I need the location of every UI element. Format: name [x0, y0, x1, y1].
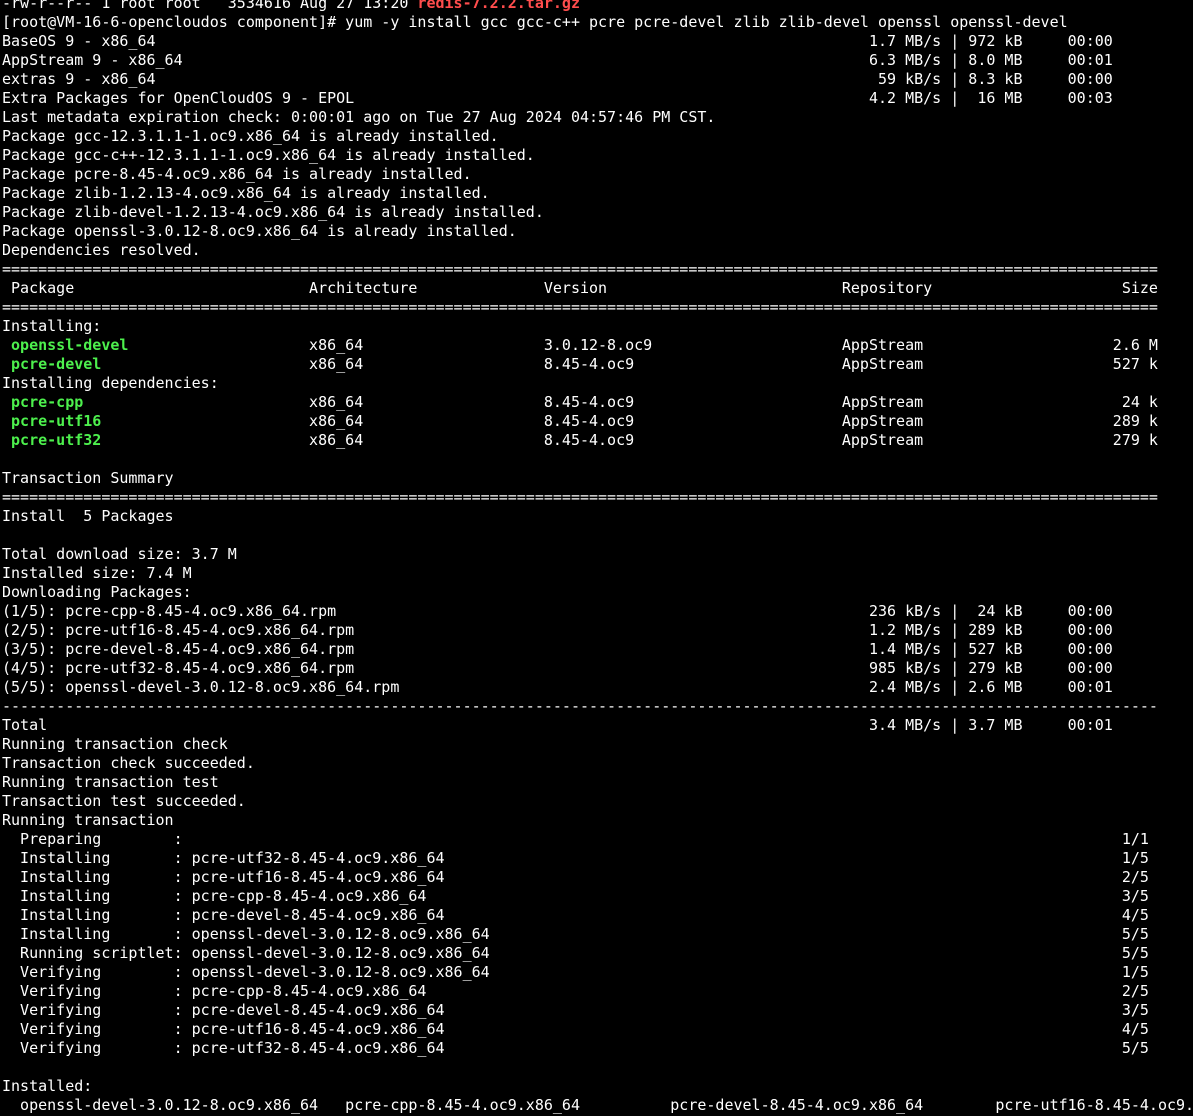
installing-label: Installing:: [2, 317, 102, 335]
transaction-step: Preparing : 1/1: [2, 830, 1149, 848]
already-installed-line: Package gcc-12.3.1.1-1.oc9.x86_64 is alr…: [2, 127, 499, 145]
installed-list: openssl-devel-3.0.12-8.oc9.x86_64 pcre-c…: [2, 1096, 1193, 1114]
transaction-message: Running transaction: [2, 811, 174, 829]
transaction-step: Verifying : pcre-utf32-8.45-4.oc9.x86_64…: [2, 1039, 1149, 1057]
download-line: (2/5): pcre-utf16-8.45-4.oc9.x86_64.rpm …: [2, 621, 1113, 639]
table-row: pcre-cpp x86_64 8.45-4.oc9 AppStream 24 …: [11, 393, 1158, 411]
separator-line: ========================================…: [2, 298, 1158, 316]
package-name: pcre-cpp: [11, 393, 310, 411]
transaction-step: Installing : openssl-devel-3.0.12-8.oc9.…: [2, 925, 1149, 943]
separator-line: ----------------------------------------…: [2, 697, 1158, 715]
transaction-step: Verifying : pcre-utf16-8.45-4.oc9.x86_64…: [2, 1020, 1149, 1038]
transaction-message: Running transaction test: [2, 773, 219, 791]
already-installed-line: Package zlib-1.2.13-4.oc9.x86_64 is alre…: [2, 184, 490, 202]
installed-label: Installed:: [2, 1077, 93, 1095]
transaction-step: Verifying : openssl-devel-3.0.12-8.oc9.x…: [2, 963, 1149, 981]
repo-metadata-line: Extra Packages for OpenCloudOS 9 - EPOL …: [2, 89, 1113, 107]
shell-command: yum -y install gcc gcc-c++ pcre pcre-dev…: [345, 13, 1068, 31]
deps-resolved-line: Dependencies resolved.: [2, 241, 201, 259]
downloading-label: Downloading Packages:: [2, 583, 192, 601]
download-line: (5/5): openssl-devel-3.0.12-8.oc9.x86_64…: [2, 678, 1113, 696]
partial-top-line: -rw-r--r-- 1 root root 3534616 Aug 27 13…: [2, 0, 1193, 13]
command-line: [root@VM-16-6-opencloudos component]# yu…: [2, 13, 1193, 32]
download-line: (1/5): pcre-cpp-8.45-4.oc9.x86_64.rpm 23…: [2, 602, 1113, 620]
already-installed-line: Package zlib-devel-1.2.13-4.oc9.x86_64 i…: [2, 203, 544, 221]
transaction-step: Running scriptlet: openssl-devel-3.0.12-…: [2, 944, 1149, 962]
transaction-message: Transaction test succeeded.: [2, 792, 246, 810]
table-row: pcre-devel x86_64 8.45-4.oc9 AppStream 5…: [11, 355, 1158, 373]
transaction-message: Running transaction check: [2, 735, 228, 753]
repo-metadata-line: AppStream 9 - x86_64 6.3 MB/s | 8.0 MB 0…: [2, 51, 1113, 69]
package-name: pcre-utf32: [11, 431, 310, 449]
download-line: (3/5): pcre-devel-8.45-4.oc9.x86_64.rpm …: [2, 640, 1113, 658]
deps-label: Installing dependencies:: [2, 374, 219, 392]
already-installed-line: Package openssl-3.0.12-8.oc9.x86_64 is a…: [2, 222, 517, 240]
download-line: (4/5): pcre-utf32-8.45-4.oc9.x86_64.rpm …: [2, 659, 1113, 677]
table-header: Package Architecture Version Repository …: [2, 279, 1158, 297]
already-installed-line: Package pcre-8.45-4.oc9.x86_64 is alread…: [2, 165, 472, 183]
separator-line: ========================================…: [2, 260, 1158, 278]
install-count: Install 5 Packages: [2, 507, 174, 525]
terminal-output[interactable]: -rw-r--r-- 1 root root 3534616 Aug 27 13…: [2, 0, 1193, 1115]
download-size: Total download size: 3.7 M: [2, 545, 237, 563]
total-line: Total 3.4 MB/s | 3.7 MB 00:01: [2, 716, 1113, 734]
already-installed-line: Package gcc-c++-12.3.1.1-1.oc9.x86_64 is…: [2, 146, 535, 164]
transaction-step: Installing : pcre-utf32-8.45-4.oc9.x86_6…: [2, 849, 1149, 867]
package-name: pcre-devel: [11, 355, 310, 373]
repo-metadata-line: extras 9 - x86_64 59 kB/s | 8.3 kB 00:00: [2, 70, 1113, 88]
separator-line: ========================================…: [2, 488, 1158, 506]
repo-metadata-line: BaseOS 9 - x86_64 1.7 MB/s | 972 kB 00:0…: [2, 32, 1113, 50]
table-row: pcre-utf16 x86_64 8.45-4.oc9 AppStream 2…: [11, 412, 1158, 430]
transaction-message: Transaction check succeeded.: [2, 754, 255, 772]
shell-prompt: [root@VM-16-6-opencloudos component]#: [2, 13, 346, 31]
transaction-step: Verifying : pcre-devel-8.45-4.oc9.x86_64…: [2, 1001, 1149, 1019]
summary-title: Transaction Summary: [2, 469, 174, 487]
table-row: pcre-utf32 x86_64 8.45-4.oc9 AppStream 2…: [11, 431, 1158, 449]
transaction-step: Installing : pcre-utf16-8.45-4.oc9.x86_6…: [2, 868, 1149, 886]
metadata-expiration-line: Last metadata expiration check: 0:00:01 …: [2, 108, 716, 126]
package-name: pcre-utf16: [11, 412, 310, 430]
table-row: openssl-devel x86_64 3.0.12-8.oc9 AppStr…: [11, 336, 1158, 354]
transaction-step: Installing : pcre-devel-8.45-4.oc9.x86_6…: [2, 906, 1149, 924]
package-name: openssl-devel: [11, 336, 310, 354]
installed-size: Installed size: 7.4 M: [2, 564, 192, 582]
transaction-step: Installing : pcre-cpp-8.45-4.oc9.x86_64 …: [2, 887, 1149, 905]
archive-filename: redis-7.2.2.tar.gz: [417, 0, 580, 12]
transaction-step: Verifying : pcre-cpp-8.45-4.oc9.x86_64 2…: [2, 982, 1149, 1000]
